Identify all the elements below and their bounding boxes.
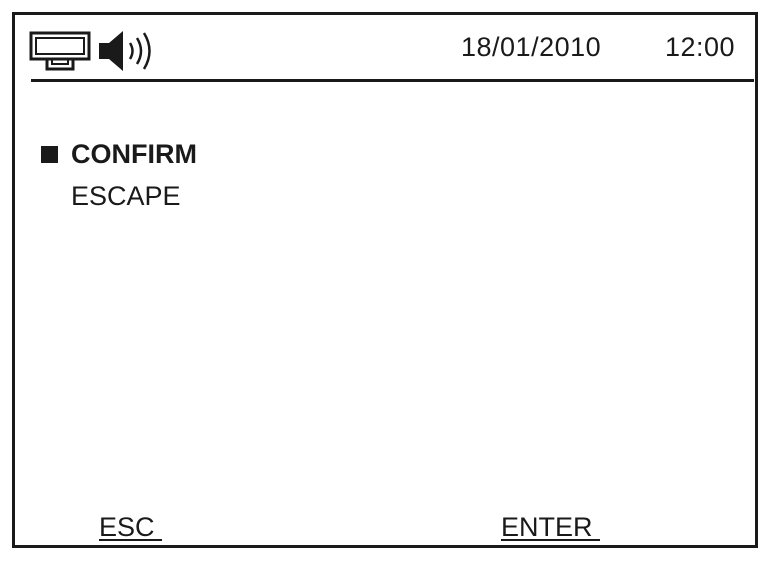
menu-item-escape[interactable]: ESCAPE xyxy=(39,177,197,219)
status-icons xyxy=(29,29,159,73)
status-bar: 18/01/2010 12:00 xyxy=(15,15,755,85)
time-display: 12:00 xyxy=(665,32,736,62)
menu-list: CONFIRM ESCAPE xyxy=(39,135,197,219)
device-screen: 18/01/2010 12:00 CONFIRM ESCAPE ESC ENTE… xyxy=(12,12,758,548)
header-divider xyxy=(31,79,754,82)
menu-item-confirm[interactable]: CONFIRM xyxy=(39,135,197,177)
selection-marker-icon xyxy=(41,146,58,163)
date-display: 18/01/2010 xyxy=(461,32,602,62)
speaker-icon xyxy=(99,31,151,71)
enter-softkey[interactable]: ENTER xyxy=(501,511,600,543)
network-icon xyxy=(29,31,91,71)
menu-item-label: ESCAPE xyxy=(71,181,181,211)
esc-softkey[interactable]: ESC xyxy=(99,511,162,543)
menu-item-label: CONFIRM xyxy=(71,139,197,169)
